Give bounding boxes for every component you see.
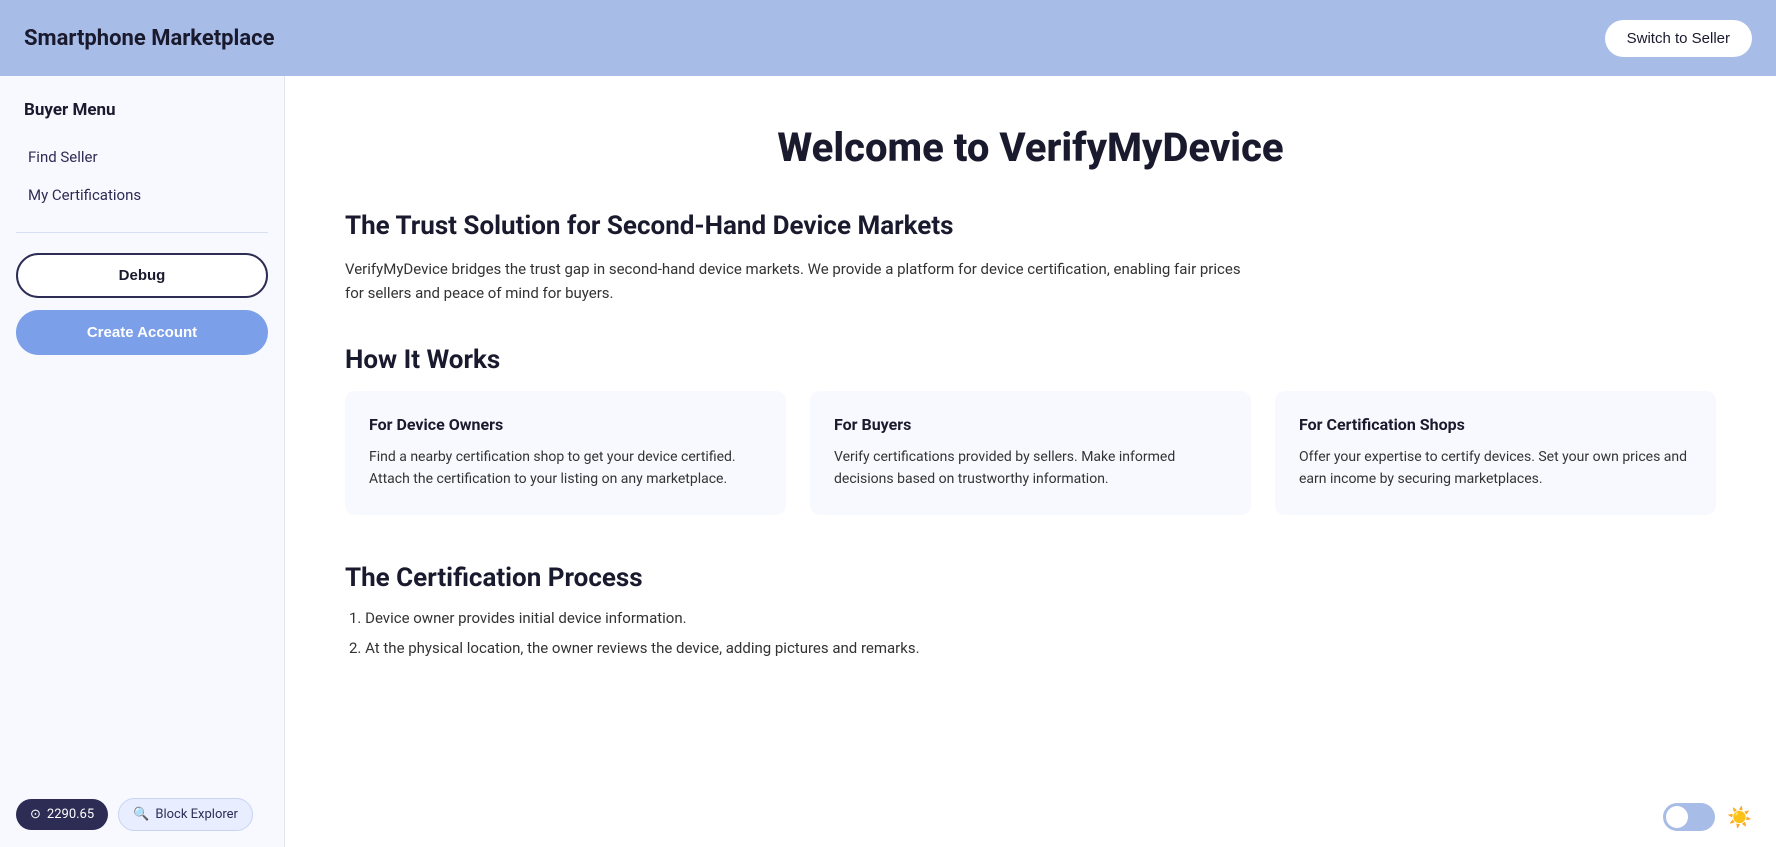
main-content: Welcome to VerifyMyDevice The Trust Solu… [285, 76, 1776, 847]
certification-process-section: The Certification Process 1. Device owne… [345, 563, 1716, 657]
sidebar-menu-title: Buyer Menu [16, 100, 268, 120]
theme-toggle[interactable] [1663, 803, 1715, 831]
card-cert-shops: For Certification Shops Offer your exper… [1275, 391, 1716, 515]
sidebar-buttons: Debug Create Account [16, 253, 268, 355]
block-explorer-badge[interactable]: 🔍 Block Explorer [118, 798, 253, 831]
balance-symbol: ⊙ [30, 807, 41, 822]
welcome-title: Welcome to VerifyMyDevice [345, 124, 1716, 171]
bottom-right-controls: ☀️ [1663, 803, 1752, 831]
block-explorer-label: Block Explorer [155, 807, 238, 822]
sidebar-item-find-seller[interactable]: Find Seller [16, 140, 268, 174]
block-explorer-icon: 🔍 [133, 807, 149, 822]
trust-section: The Trust Solution for Second-Hand Devic… [345, 211, 1716, 305]
card-buyers-body: Verify certifications provided by seller… [834, 446, 1227, 491]
sidebar-item-my-certifications[interactable]: My Certifications [16, 178, 268, 212]
card-buyers-title: For Buyers [834, 415, 1227, 434]
cards-row: For Device Owners Find a nearby certific… [345, 391, 1716, 515]
how-it-works-title: How It Works [345, 345, 1716, 375]
balance-value: 2290.65 [47, 807, 94, 822]
sidebar-nav: Find Seller My Certifications [16, 140, 268, 212]
trust-section-title: The Trust Solution for Second-Hand Devic… [345, 211, 1716, 241]
how-it-works-section: How It Works For Device Owners Find a ne… [345, 345, 1716, 515]
trust-section-description: VerifyMyDevice bridges the trust gap in … [345, 257, 1245, 305]
certification-step-2: 2. At the physical location, the owner r… [345, 639, 1716, 657]
debug-button[interactable]: Debug [16, 253, 268, 298]
sidebar-footer: ⊙ 2290.65 🔍 Block Explorer [16, 782, 268, 831]
card-cert-shops-title: For Certification Shops [1299, 415, 1692, 434]
sidebar-divider [16, 232, 268, 233]
card-device-owners-title: For Device Owners [369, 415, 762, 434]
card-device-owners-body: Find a nearby certification shop to get … [369, 446, 762, 491]
layout: Buyer Menu Find Seller My Certifications… [0, 76, 1776, 847]
create-account-button[interactable]: Create Account [16, 310, 268, 355]
header: Smartphone Marketplace Switch to Seller [0, 0, 1776, 76]
toggle-knob [1666, 806, 1688, 828]
card-cert-shops-body: Offer your expertise to certify devices.… [1299, 446, 1692, 491]
switch-to-seller-button[interactable]: Switch to Seller [1605, 20, 1752, 57]
card-device-owners: For Device Owners Find a nearby certific… [345, 391, 786, 515]
certification-process-title: The Certification Process [345, 563, 1716, 593]
card-buyers: For Buyers Verify certifications provide… [810, 391, 1251, 515]
sidebar: Buyer Menu Find Seller My Certifications… [0, 76, 285, 847]
certification-step-1: 1. Device owner provides initial device … [345, 609, 1716, 627]
balance-badge[interactable]: ⊙ 2290.65 [16, 799, 108, 830]
app-title: Smartphone Marketplace [24, 26, 274, 51]
sun-icon: ☀️ [1727, 805, 1752, 829]
certification-steps-list: 1. Device owner provides initial device … [345, 609, 1716, 657]
